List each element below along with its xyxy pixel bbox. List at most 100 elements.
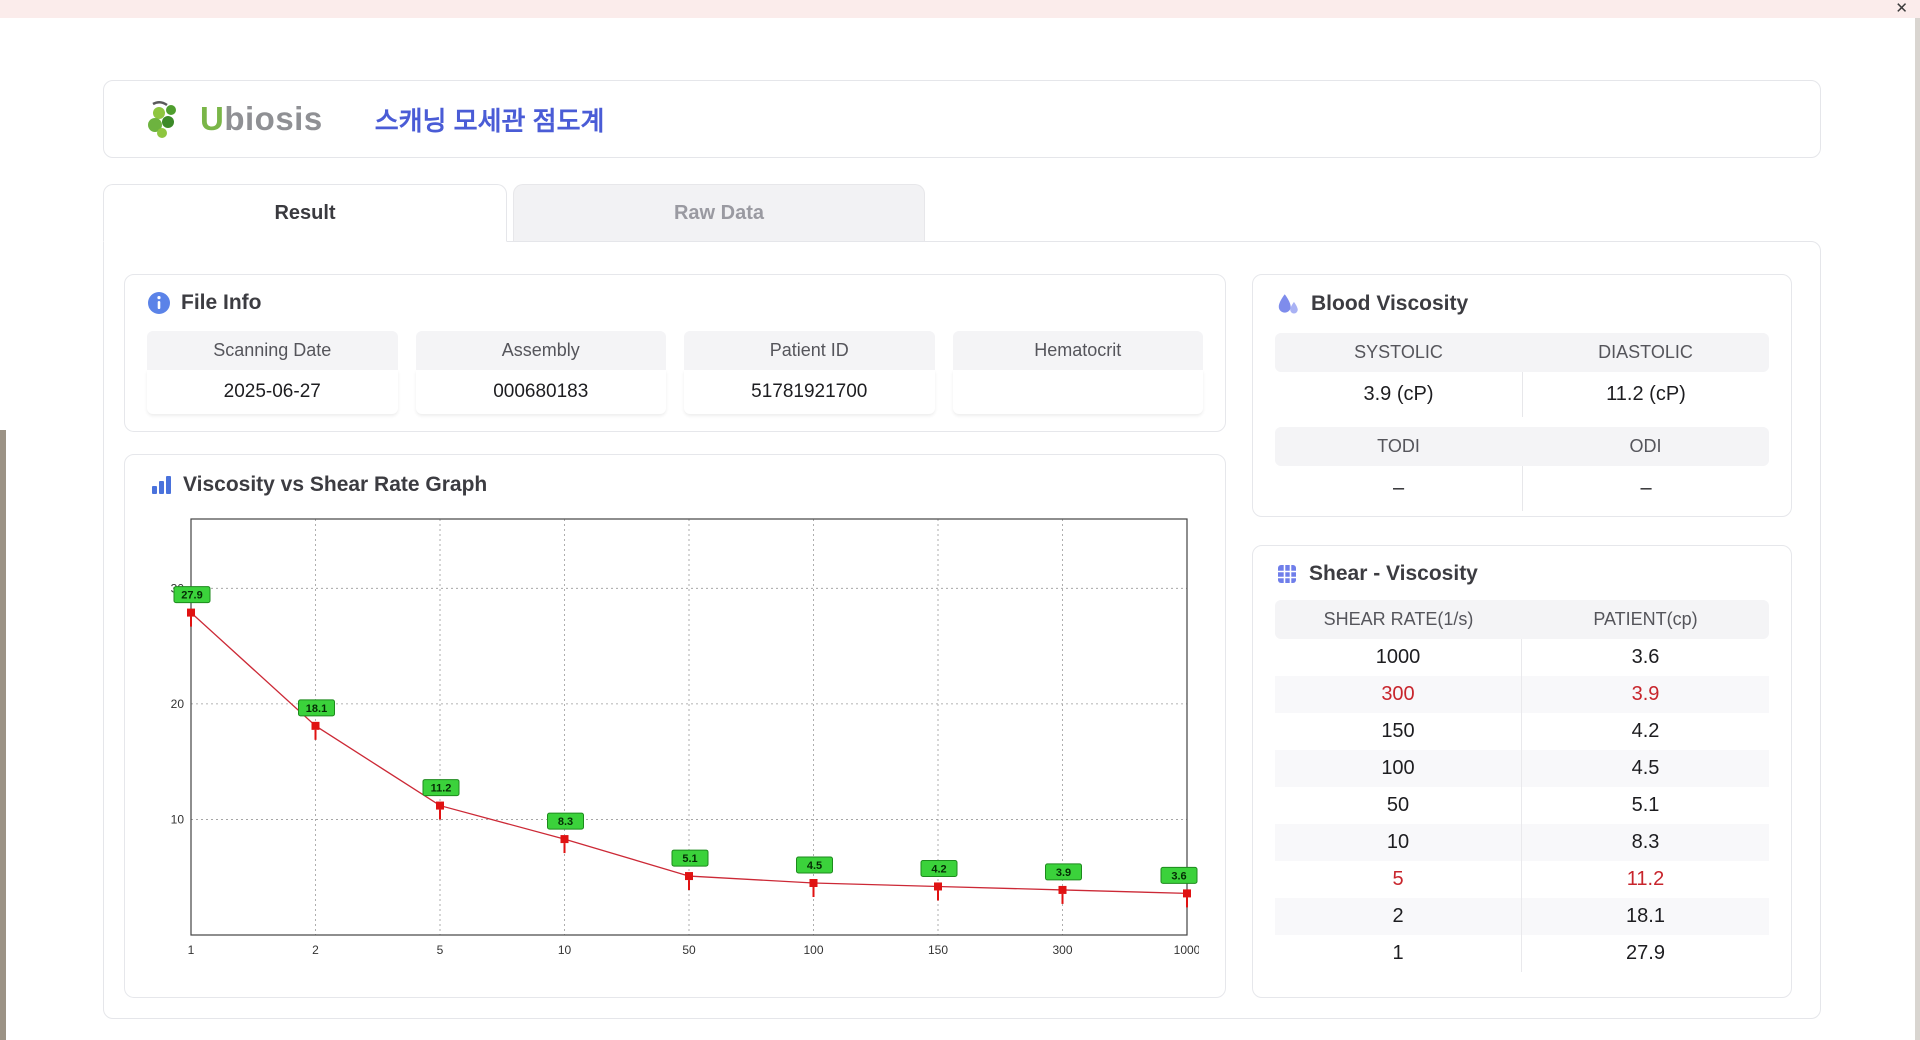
field-value: 2025-06-27 — [147, 370, 398, 414]
table-row: 1 27.9 — [1275, 935, 1769, 972]
field-hematocrit: Hematocrit — [952, 331, 1204, 414]
app-window: Ubiosis 스캐닝 모세관 점도계 Result Raw Data File… — [6, 18, 1915, 1040]
svg-text:100: 100 — [803, 943, 823, 957]
titlebar: ✕ — [0, 0, 1920, 18]
svg-text:10: 10 — [558, 943, 572, 957]
todi-header: TODI — [1377, 436, 1420, 456]
table-row: 100 4.5 — [1275, 750, 1769, 787]
page-title: 스캐닝 모세관 점도계 — [374, 105, 605, 136]
ubiosis-logo-icon — [148, 101, 176, 138]
table-row: 50 5.1 — [1275, 787, 1769, 824]
patient-cell: 4.5 — [1631, 757, 1660, 779]
shear-table-header: SHEAR RATE(1/s) PATIENT(cp) — [1275, 600, 1769, 639]
svg-text:4.5: 4.5 — [807, 860, 822, 872]
graph-title: Viscosity vs Shear Rate Graph — [183, 473, 488, 496]
blood-viscosity-title: Blood Viscosity — [1311, 292, 1469, 315]
shear-viscosity-title-row: Shear - Viscosity — [1275, 562, 1769, 586]
droplet-icon — [1278, 294, 1298, 314]
table-grid-icon — [1278, 565, 1296, 583]
field-label: Hematocrit — [952, 331, 1203, 370]
svg-text:3.9: 3.9 — [1056, 867, 1071, 879]
shear-rate-cell: 100 — [1275, 750, 1522, 787]
shear-rate-cell: 10 — [1275, 824, 1522, 861]
svg-text:3.6: 3.6 — [1171, 870, 1186, 882]
field-label: Patient ID — [684, 331, 935, 370]
svg-text:11.2: 11.2 — [431, 783, 452, 795]
table-row: 150 4.2 — [1275, 713, 1769, 750]
shear-rate-cell: 1 — [1275, 935, 1522, 972]
patient-column-header: PATIENT(cp) — [1593, 609, 1698, 629]
field-value — [953, 370, 1204, 414]
todi-odi-values: – – — [1275, 466, 1769, 511]
table-row: 10 8.3 — [1275, 824, 1769, 861]
svg-text:1000: 1000 — [1174, 943, 1199, 957]
patient-cell: 11.2 — [1626, 868, 1665, 890]
table-row: 5 11.2 — [1275, 861, 1769, 898]
svg-text:20: 20 — [171, 697, 185, 711]
shear-rate-cell: 1000 — [1275, 639, 1522, 676]
field-patient-id: Patient ID 51781921700 — [684, 331, 935, 414]
file-info-card: File Info Scanning Date 2025-06-27 Assem… — [124, 274, 1226, 432]
svg-text:50: 50 — [682, 943, 696, 957]
patient-cell: 27.9 — [1626, 942, 1665, 964]
odi-header: ODI — [1629, 436, 1662, 456]
odi-value: – — [1522, 466, 1769, 511]
shear-rate-cell: 150 — [1275, 713, 1522, 750]
tab-result[interactable]: Result — [103, 184, 507, 242]
blood-viscosity-header: SYSTOLIC DIASTOLIC — [1275, 333, 1769, 372]
header: Ubiosis 스캐닝 모세관 점도계 — [103, 80, 1821, 158]
shear-rate-cell: 50 — [1275, 787, 1522, 824]
graph-title-row: Viscosity vs Shear Rate Graph — [149, 473, 1201, 497]
diastolic-value: 11.2 (cP) — [1522, 372, 1769, 417]
svg-text:8.3: 8.3 — [558, 816, 573, 828]
viscosity-chart: 1020301251050100150300100027.918.111.28.… — [171, 518, 1201, 957]
blood-viscosity-title-row: Blood Viscosity — [1275, 291, 1769, 317]
desktop-edge-right — [1915, 18, 1920, 1040]
info-icon — [148, 292, 170, 314]
svg-text:4.2: 4.2 — [931, 863, 946, 875]
field-value: 000680183 — [416, 370, 667, 414]
patient-cell: 5.1 — [1631, 794, 1660, 816]
graph-card: Viscosity vs Shear Rate Graph 1020301251… — [124, 454, 1226, 998]
svg-text:5.1: 5.1 — [682, 853, 697, 865]
field-label: Assembly — [415, 331, 666, 370]
close-icon[interactable]: ✕ — [1895, 0, 1908, 18]
logo-text-rest: biosis — [224, 100, 323, 137]
left-column: File Info Scanning Date 2025-06-27 Assem… — [124, 274, 1226, 998]
shear-viscosity-card: Shear - Viscosity SHEAR RATE(1/s) PATIEN… — [1252, 545, 1792, 998]
field-assembly: Assembly 000680183 — [415, 331, 667, 414]
shear-rate-cell: 2 — [1275, 898, 1522, 935]
diastolic-header: DIASTOLIC — [1598, 342, 1693, 362]
logo: Ubiosis — [146, 99, 323, 139]
systolic-header: SYSTOLIC — [1354, 342, 1443, 362]
field-scanning-date: Scanning Date 2025-06-27 — [147, 331, 398, 414]
patient-cell: 3.9 — [1631, 683, 1660, 705]
logo-text-u: U — [200, 100, 225, 137]
svg-text:18.1: 18.1 — [306, 703, 327, 715]
right-column: Blood Viscosity SYSTOLIC DIASTOLIC 3.9 (… — [1252, 274, 1792, 998]
file-info-title: File Info — [181, 291, 262, 314]
shear-table-body: 1000 3.6 300 3.9 150 4.2 100 4.5 50 5.1 10 8.3… — [1275, 639, 1769, 972]
shear-rate-column-header: SHEAR RATE(1/s) — [1323, 609, 1474, 629]
logo-text: Ubiosis — [200, 100, 323, 138]
svg-text:300: 300 — [1052, 943, 1072, 957]
todi-odi-header: TODI ODI — [1275, 427, 1769, 466]
divider — [1275, 417, 1769, 427]
patient-cell: 4.2 — [1631, 720, 1660, 742]
patient-cell: 8.3 — [1631, 831, 1660, 853]
file-info-title-row: File Info — [147, 291, 1203, 315]
file-info-fields: Scanning Date 2025-06-27 Assembly 000680… — [147, 331, 1203, 414]
content-panel: File Info Scanning Date 2025-06-27 Assem… — [103, 241, 1821, 1019]
patient-cell: 18.1 — [1626, 905, 1665, 927]
bar-chart-icon — [152, 476, 171, 494]
blood-viscosity-values: 3.9 (cP) 11.2 (cP) — [1275, 372, 1769, 417]
svg-text:27.9: 27.9 — [181, 590, 202, 602]
svg-text:5: 5 — [437, 943, 444, 957]
svg-text:2: 2 — [312, 943, 319, 957]
patient-cell: 3.6 — [1631, 646, 1660, 668]
tab-raw-data[interactable]: Raw Data — [513, 184, 925, 242]
tab-bar: Result Raw Data — [103, 184, 1821, 242]
blood-viscosity-card: Blood Viscosity SYSTOLIC DIASTOLIC 3.9 (… — [1252, 274, 1792, 517]
table-row: 2 18.1 — [1275, 898, 1769, 935]
svg-text:1: 1 — [188, 943, 195, 957]
